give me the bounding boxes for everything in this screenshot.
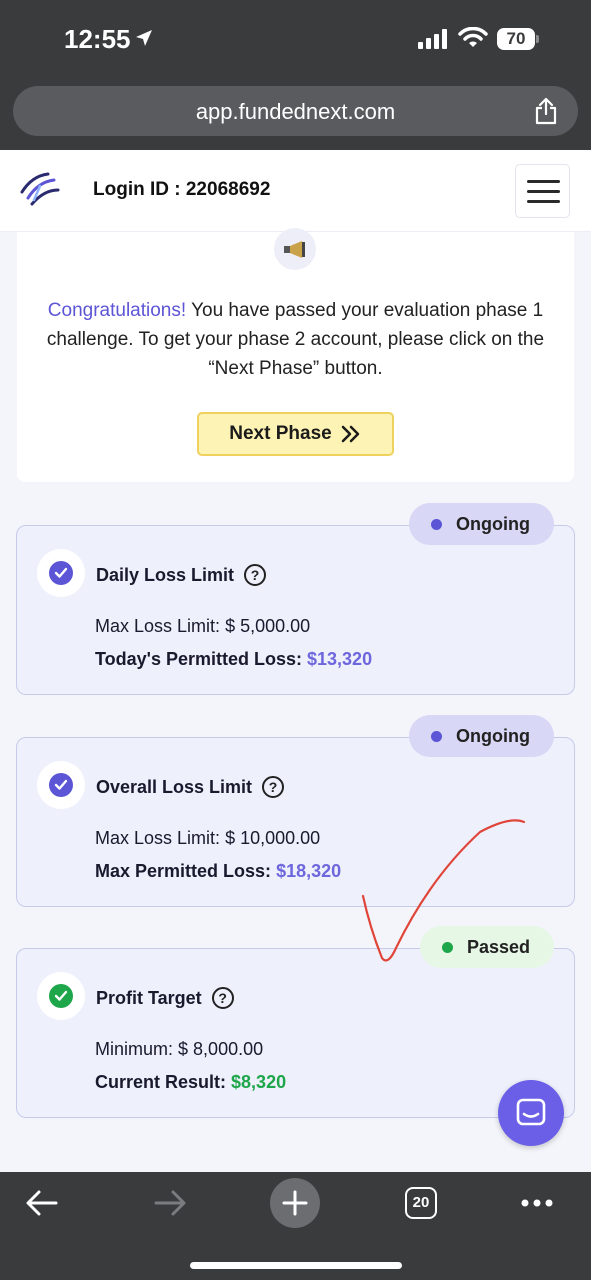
congrats-card: Congratulations! You have passed your ev… <box>17 228 574 482</box>
max-loss-limit-row: Max Loss Limit: $ 10,000.00 <box>95 828 320 849</box>
card-title-text: Daily Loss Limit <box>96 564 235 585</box>
overall-loss-limit-card: Ongoing Overall Loss Limit? Max Loss Lim… <box>16 715 575 907</box>
next-phase-button[interactable]: Next Phase <box>197 412 394 456</box>
next-phase-label: Next Phase <box>229 423 332 444</box>
card-title: Daily Loss Limit? <box>96 564 267 586</box>
status-bar: 12:55 70 app.fundednext.com <box>0 0 591 136</box>
login-id: Login ID : 22068692 <box>93 179 271 200</box>
status-badge: Ongoing <box>409 715 554 757</box>
forward-arrow-icon[interactable] <box>152 1188 188 1218</box>
web-content: Login ID : 22068692 Congratulations! You… <box>0 150 591 1172</box>
daily-loss-limit-card: Ongoing Daily Loss Limit? Max Loss Limit… <box>16 503 575 695</box>
menu-line <box>527 200 560 203</box>
row-label: Current Result: <box>95 1072 227 1092</box>
share-icon[interactable] <box>534 97 558 125</box>
help-icon[interactable]: ? <box>262 776 285 798</box>
wifi-icon <box>458 27 488 47</box>
status-dot <box>441 941 453 953</box>
new-tab-button[interactable] <box>270 1178 320 1228</box>
clock: 12:55 <box>64 24 131 54</box>
row-label: Max Loss Limit: <box>95 616 221 636</box>
row-label: Max Permitted Loss: <box>95 861 272 881</box>
row-label: Max Loss Limit: <box>95 828 221 848</box>
check-circle-icon <box>37 549 85 597</box>
check-circle-icon <box>37 972 85 1020</box>
check-circle-icon <box>37 761 85 809</box>
fundednext-logo-icon[interactable] <box>18 170 62 210</box>
back-arrow-icon[interactable] <box>24 1188 60 1218</box>
menu-line <box>527 180 560 183</box>
home-indicator <box>190 1262 402 1269</box>
permitted-loss-row: Max Permitted Loss: $18,320 <box>95 861 341 882</box>
max-loss-limit-row: Max Loss Limit: $ 5,000.00 <box>95 616 310 637</box>
status-dot <box>431 730 443 742</box>
url-text[interactable]: app.fundednext.com <box>13 99 578 125</box>
chat-icon <box>516 1098 546 1126</box>
help-icon[interactable]: ? <box>244 564 267 586</box>
tabs-button[interactable]: 20 <box>405 1187 437 1219</box>
status-badge: Passed <box>419 926 554 968</box>
help-icon[interactable]: ? <box>211 987 234 1009</box>
status-badge-label: Ongoing <box>456 725 530 746</box>
congrats-highlight: Congratulations! <box>47 300 187 321</box>
more-menu-icon[interactable] <box>520 1198 554 1208</box>
card-title-text: Profit Target <box>96 987 202 1008</box>
battery-indicator: 70 <box>497 28 535 50</box>
card-title: Profit Target? <box>96 987 234 1009</box>
status-badge-label: Ongoing <box>456 513 530 534</box>
browser-toolbar: 20 <box>0 1172 591 1280</box>
row-value: $ 10,000.00 <box>225 828 321 848</box>
menu-line <box>527 190 560 193</box>
megaphone-icon <box>274 228 316 270</box>
profit-target-card: Passed Profit Target? Minimum: $ 8,000.0… <box>16 926 575 1118</box>
address-bar[interactable]: app.fundednext.com <box>13 86 578 136</box>
permitted-loss-row: Today's Permitted Loss: $13,320 <box>95 649 372 670</box>
current-result-row: Current Result: $8,320 <box>95 1072 286 1093</box>
chat-button[interactable] <box>498 1080 564 1146</box>
plus-icon <box>282 1190 308 1216</box>
row-value: $8,320 <box>231 1072 287 1092</box>
minimum-row: Minimum: $ 8,000.00 <box>95 1039 263 1060</box>
cellular-signal-icon <box>418 29 447 49</box>
row-value: $18,320 <box>276 861 342 881</box>
status-dot <box>431 518 443 530</box>
card-title-text: Overall Loss Limit <box>96 776 253 797</box>
status-badge-label: Passed <box>466 936 530 957</box>
battery-nub <box>536 35 539 43</box>
app-header: Login ID : 22068692 <box>0 150 591 232</box>
row-value: $ 8,000.00 <box>178 1039 264 1059</box>
location-arrow-icon <box>136 30 152 46</box>
card-title: Overall Loss Limit? <box>96 776 285 798</box>
hamburger-menu-button[interactable] <box>515 164 570 218</box>
row-label: Minimum: <box>95 1039 174 1059</box>
double-chevron-right-icon <box>341 425 359 443</box>
congrats-message: Congratulations! You have passed your ev… <box>35 296 556 383</box>
row-label: Today's Permitted Loss: <box>95 649 302 669</box>
row-value: $ 5,000.00 <box>225 616 311 636</box>
row-value: $13,320 <box>307 649 373 669</box>
status-badge: Ongoing <box>409 503 554 545</box>
